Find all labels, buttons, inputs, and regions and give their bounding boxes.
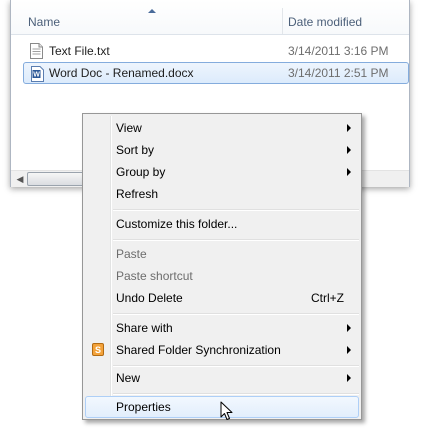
- menu-item-undo-delete[interactable]: Undo Delete Ctrl+Z: [85, 287, 359, 309]
- menu-item-customize-folder[interactable]: Customize this folder...: [85, 213, 359, 235]
- menu-item-refresh[interactable]: Refresh: [85, 183, 359, 205]
- column-header-name[interactable]: Name: [28, 15, 60, 29]
- file-name: Text File.txt: [49, 44, 110, 58]
- column-divider[interactable]: [282, 8, 283, 34]
- menu-item-label: Customize this folder...: [116, 217, 238, 231]
- scrollbar-thumb[interactable]: [27, 172, 89, 186]
- menu-item-shared-folder-sync[interactable]: S Shared Folder Synchronization: [85, 339, 359, 361]
- file-date-modified: 3/14/2011 3:16 PM: [288, 44, 389, 58]
- submenu-arrow-icon: [347, 324, 351, 332]
- text-file-icon: [30, 43, 43, 59]
- file-date-modified: 3/14/2011 2:51 PM: [288, 66, 389, 80]
- mouse-pointer-icon: [220, 401, 233, 420]
- scroll-left-icon[interactable]: ◀: [13, 172, 27, 186]
- menu-item-label: Undo Delete: [116, 291, 183, 305]
- file-row-word-doc[interactable]: W Word Doc - Renamed.docx 3/14/2011 2:51…: [23, 62, 409, 84]
- menu-item-label: Paste: [116, 247, 147, 261]
- file-name: Word Doc - Renamed.docx: [49, 66, 194, 80]
- menu-item-paste: Paste: [85, 243, 359, 265]
- menu-item-label: Refresh: [116, 187, 159, 201]
- menu-item-label: New: [116, 371, 141, 385]
- menu-item-view[interactable]: View: [85, 117, 359, 139]
- menu-item-share-with[interactable]: Share with: [85, 317, 359, 339]
- word-document-icon: W: [31, 66, 44, 82]
- submenu-arrow-icon: [347, 146, 351, 154]
- submenu-arrow-icon: [347, 374, 351, 382]
- shared-folder-sync-icon: S: [92, 343, 104, 356]
- menu-item-label: Properties: [116, 400, 171, 414]
- menu-item-label: Share with: [116, 321, 173, 335]
- menu-item-label: Paste shortcut: [116, 269, 193, 283]
- column-header-date-modified[interactable]: Date modified: [288, 15, 362, 29]
- keyboard-shortcut: Ctrl+Z: [311, 291, 344, 305]
- menu-separator: [113, 239, 359, 241]
- menu-item-label: Group by: [116, 165, 166, 179]
- menu-item-paste-shortcut: Paste shortcut: [85, 265, 359, 287]
- menu-item-new[interactable]: New: [85, 367, 359, 389]
- submenu-arrow-icon: [347, 124, 351, 132]
- submenu-arrow-icon: [347, 168, 351, 176]
- menu-separator: [113, 209, 359, 211]
- menu-separator: [113, 393, 359, 395]
- menu-item-sort-by[interactable]: Sort by: [85, 139, 359, 161]
- svg-text:W: W: [33, 72, 40, 79]
- menu-item-label: Sort by: [116, 143, 155, 157]
- menu-item-label: View: [116, 121, 142, 135]
- menu-item-label: Shared Folder Synchronization: [116, 343, 281, 357]
- menu-item-group-by[interactable]: Group by: [85, 161, 359, 183]
- sort-ascending-icon: [148, 9, 156, 13]
- column-header-bar: Name Date modified: [11, 0, 409, 35]
- context-menu: View Sort by Group by Refresh Customize …: [82, 113, 362, 420]
- menu-separator: [113, 313, 359, 315]
- submenu-arrow-icon: [347, 346, 351, 354]
- file-row-text-file[interactable]: Text File.txt 3/14/2011 3:16 PM: [23, 40, 409, 62]
